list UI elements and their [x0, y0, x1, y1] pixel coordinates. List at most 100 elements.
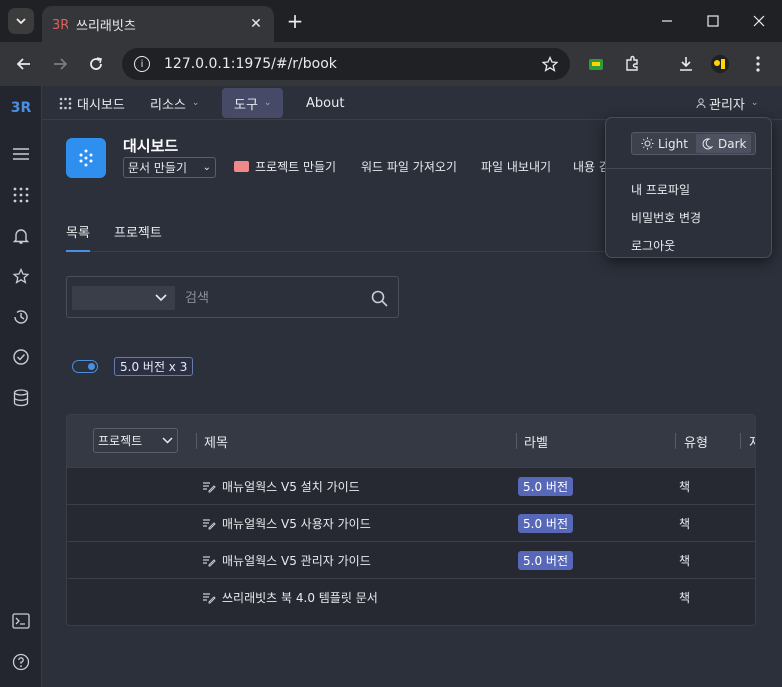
document-edit-icon	[203, 481, 216, 492]
profile-avatar-icon[interactable]	[710, 54, 730, 74]
extensions-puzzle-icon[interactable]	[622, 54, 642, 74]
row-title[interactable]: 쓰리래빗츠 북 4.0 템플릿 문서	[222, 589, 378, 606]
new-tab-icon[interactable]: +	[284, 9, 306, 33]
bell-icon[interactable]	[11, 226, 31, 246]
history-icon[interactable]	[11, 307, 31, 327]
menu-item-profile[interactable]: 내 프로파일	[631, 181, 690, 198]
help-icon[interactable]	[11, 652, 31, 672]
filter-chip[interactable]: 5.0 버전 x 3	[114, 357, 194, 376]
table-row[interactable]: 쓰리래빗츠 북 4.0 템플릿 문서 책	[67, 578, 755, 615]
moon-icon	[702, 137, 713, 149]
menu-hamburger-icon[interactable]	[11, 144, 31, 164]
nav-tools-label: 도구	[234, 97, 258, 113]
user-icon	[696, 97, 706, 108]
table-header: 프로젝트 제목 라벨 유형 저	[67, 415, 755, 467]
theme-light-option[interactable]: Light	[636, 134, 693, 153]
back-arrow-icon[interactable]	[12, 52, 36, 76]
row-label-badge[interactable]: 5.0 버전	[518, 514, 573, 533]
page-title: 대시보드	[123, 137, 179, 155]
nav-tools[interactable]: 도구 ⌄	[222, 88, 284, 118]
export-file-action[interactable]: 파일 내보내기	[481, 158, 551, 175]
site-info-icon[interactable]: i	[134, 56, 150, 72]
tab-list[interactable]: 목록	[66, 220, 90, 252]
document-edit-icon	[203, 518, 216, 529]
menu-item-logout[interactable]: 로그아웃	[631, 237, 675, 254]
chevron-down-icon: ⌄	[750, 98, 759, 108]
sidebar: 3R	[0, 86, 42, 687]
row-title[interactable]: 매뉴얼웍스 V5 관리자 가이드	[222, 552, 371, 569]
project-filter-select[interactable]: 프로젝트	[93, 428, 178, 453]
user-dropdown-menu: Light Dark 내 프로파일 비밀번호 변경 로그아웃	[605, 117, 772, 258]
create-document-select[interactable]: 문서 만들기 ⌄	[123, 157, 216, 178]
toggle-knob	[88, 362, 95, 370]
tab-search-button[interactable]	[8, 8, 34, 34]
column-author[interactable]: 저	[749, 415, 755, 467]
url-text: 127.0.0.1:1975/#/r/book	[164, 56, 337, 72]
top-nav: 대시보드 리소스 ⌄ 도구 ⌄ About 관리자 ⌄	[42, 86, 782, 120]
row-title[interactable]: 매뉴얼웍스 V5 사용자 가이드	[222, 515, 371, 532]
nav-resources[interactable]: 리소스 ⌄	[150, 86, 199, 120]
chevron-down-icon: ⌄	[263, 98, 272, 108]
theme-light-label: Light	[658, 136, 688, 151]
row-label-badge[interactable]: 5.0 버전	[518, 477, 573, 496]
menu-divider	[606, 168, 771, 169]
close-tab-icon[interactable]: ✕	[248, 16, 264, 32]
row-type: 책	[679, 554, 691, 568]
browser-menu-icon[interactable]	[748, 54, 768, 74]
star-icon[interactable]	[11, 266, 31, 286]
create-project-label: 프로젝트 만들기	[255, 160, 337, 174]
maximize-icon[interactable]	[690, 0, 736, 42]
tab-projects[interactable]: 프로젝트	[114, 220, 162, 252]
browser-toolbar: i 127.0.0.1:1975/#/r/book	[0, 42, 782, 86]
theme-dark-option[interactable]: Dark	[696, 134, 752, 153]
column-type[interactable]: 유형	[684, 415, 708, 467]
tab-title: 쓰리래빗츠	[76, 18, 136, 34]
column-label[interactable]: 라벨	[524, 415, 548, 467]
column-title[interactable]: 제목	[204, 415, 228, 467]
close-window-icon[interactable]	[736, 0, 782, 42]
apps-grid-icon[interactable]	[11, 185, 31, 205]
import-word-action[interactable]: 워드 파일 가져오기	[361, 158, 457, 175]
row-type: 책	[679, 517, 691, 531]
search-input[interactable]	[185, 286, 355, 310]
nav-dashboard[interactable]: 대시보드	[59, 86, 125, 120]
filter-toggle[interactable]	[72, 360, 98, 373]
row-type: 책	[679, 591, 691, 605]
database-icon[interactable]	[11, 388, 31, 408]
table-row[interactable]: 매뉴얼웍스 V5 관리자 가이드 5.0 버전 책	[67, 541, 755, 578]
search-box	[66, 276, 399, 318]
search-category-select[interactable]	[72, 286, 175, 310]
nav-user-menu[interactable]: 관리자 ⌄	[696, 86, 758, 120]
row-title[interactable]: 매뉴얼웍스 V5 설치 가이드	[222, 478, 360, 495]
table-row[interactable]: 매뉴얼웍스 V5 설치 가이드 5.0 버전 책	[67, 467, 755, 504]
forward-arrow-icon[interactable]	[48, 52, 72, 76]
folder-icon	[234, 161, 249, 172]
project-filter-label: 프로젝트	[98, 434, 143, 448]
threerabbits-logo-icon: 3R	[52, 18, 68, 32]
create-project-action[interactable]: 프로젝트 만들기	[234, 158, 336, 175]
search-icon[interactable]	[367, 286, 391, 310]
address-bar[interactable]: i 127.0.0.1:1975/#/r/book	[122, 48, 570, 80]
app-logo[interactable]: 3R	[11, 98, 32, 118]
table-row[interactable]: 매뉴얼웍스 V5 사용자 가이드 5.0 버전 책	[67, 504, 755, 541]
extension-icon[interactable]	[586, 54, 606, 74]
minimize-icon[interactable]	[644, 0, 690, 42]
chevron-down-icon	[16, 18, 26, 25]
nav-about[interactable]: About	[306, 86, 344, 120]
menu-item-change-password[interactable]: 비밀번호 변경	[631, 209, 701, 226]
download-icon[interactable]	[676, 54, 696, 74]
reload-icon[interactable]	[84, 52, 108, 76]
nav-user-label: 관리자	[709, 97, 745, 113]
bookmark-star-icon[interactable]	[542, 56, 558, 72]
row-label-badge[interactable]: 5.0 버전	[518, 551, 573, 570]
sun-icon	[641, 137, 654, 150]
create-document-label: 문서 만들기	[128, 161, 188, 175]
nav-dashboard-label: 대시보드	[77, 97, 125, 113]
browser-tab[interactable]: 3R 쓰리래빗츠 ✕	[42, 6, 274, 42]
chevron-down-icon	[155, 294, 167, 302]
check-circle-icon[interactable]	[11, 347, 31, 367]
document-edit-icon	[203, 555, 216, 566]
svg-text:3R: 3R	[52, 18, 68, 32]
terminal-icon[interactable]	[11, 611, 31, 631]
browser-tabbar: 3R 쓰리래빗츠 ✕ +	[0, 0, 782, 42]
